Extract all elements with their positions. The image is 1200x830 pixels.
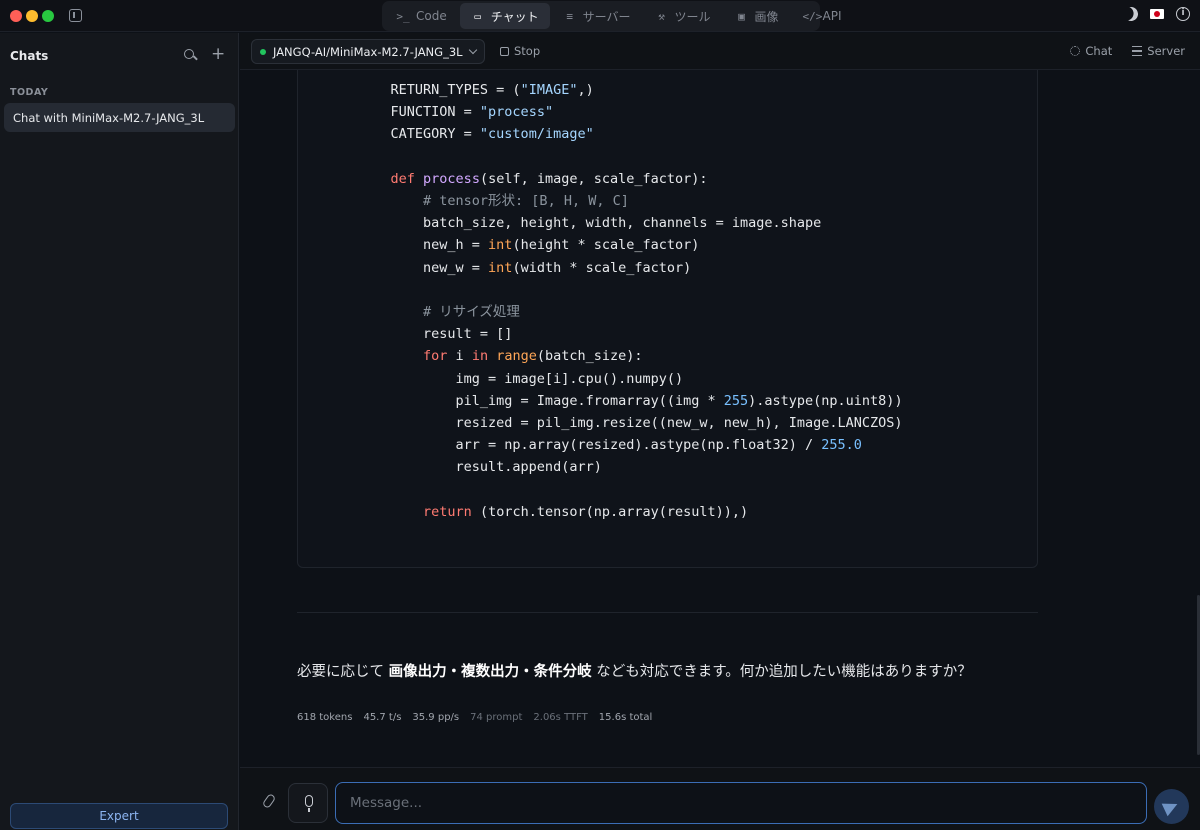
tab-label: 画像 <box>754 9 779 24</box>
chat-label: Chat <box>1085 44 1113 58</box>
answer-prefix: 必要に応じて <box>297 664 389 680</box>
server-icon <box>1132 46 1143 56</box>
japan-flag-icon[interactable] <box>1150 9 1164 19</box>
model-name: JANGQ-AI/MiniMax-M2.7-JANG_3L <box>273 44 463 59</box>
answer-suffix: なども対応できます。何か追加したい機能はありますか？ <box>591 664 972 680</box>
chat-messages: RETURN_TYPES = ("IMAGE",) FUNCTION = "pr… <box>240 70 1200 767</box>
stat-ttft: 2.06s TTFT <box>533 712 588 723</box>
close-window-button[interactable] <box>10 10 22 22</box>
code-content: RETURN_TYPES = ("IMAGE",) FUNCTION = "pr… <box>358 82 903 520</box>
zoom-window-button[interactable] <box>42 10 54 22</box>
tab-label: Code <box>416 9 447 23</box>
terminal-icon: >_ <box>396 9 410 23</box>
tab-label: API <box>822 9 842 23</box>
chat-settings-button[interactable]: Chat <box>1070 44 1112 58</box>
tab-image[interactable]: ▣ 画像 <box>724 3 790 29</box>
mode-tabs: >_ Code ▭ チャット ≡ サーバー ⚒ ツール ▣ 画像 </> API <box>382 1 842 31</box>
tab-code[interactable]: >_ Code <box>385 3 458 29</box>
chevron-down-icon <box>468 45 478 55</box>
sidebar-title: Chats <box>10 49 49 63</box>
wrench-icon: ⚒ <box>658 9 665 23</box>
server-label: Server <box>1147 44 1185 58</box>
minimize-window-button[interactable] <box>26 10 38 22</box>
code-block: RETURN_TYPES = ("IMAGE",) FUNCTION = "pr… <box>297 70 1038 568</box>
stop-label: Stop <box>514 44 541 58</box>
chat-icon: ▭ <box>474 9 482 23</box>
moon-icon[interactable] <box>1122 5 1140 23</box>
tab-server[interactable]: ≡ サーバー <box>552 3 642 29</box>
stat-total: 15.6s total <box>598 712 653 723</box>
stat-prompt: 74 prompt <box>470 712 523 723</box>
info-icon[interactable]: i <box>1176 7 1190 21</box>
answer-bold: 画像出力・複数出力・条件分岐 <box>388 664 592 680</box>
tab-label: チャット <box>490 9 539 24</box>
sidebar: Chats + TODAY Chat with MiniMax-M2.7-JAN… <box>0 33 239 830</box>
image-icon: ▣ <box>738 9 745 23</box>
stat-tps: 45.7 t/s <box>363 712 402 723</box>
server-settings-button[interactable]: Server <box>1132 44 1185 58</box>
tab-label: ツール <box>674 9 711 24</box>
code-brackets-icon: </> <box>802 9 823 23</box>
new-chat-icon[interactable]: + <box>211 44 225 64</box>
server-icon: ≡ <box>566 9 573 23</box>
title-bar: >_ Code ▭ チャット ≡ サーバー ⚒ ツール ▣ 画像 </> API… <box>0 0 1200 32</box>
stop-button[interactable]: Stop <box>500 44 540 58</box>
chat-header: JANGQ-AI/MiniMax-M2.7-JANG_3L Stop Chat … <box>240 33 1200 70</box>
assistant-message: 必要に応じて 画像出力・複数出力・条件分岐 なども対応できます。何か追加したい機… <box>297 660 972 681</box>
tab-chat[interactable]: ▭ チャット <box>459 3 550 29</box>
paperclip-icon[interactable] <box>262 794 276 808</box>
header-actions: Chat Server <box>1070 44 1185 58</box>
generation-stats: 618 tokens 45.7 t/s 35.9 pp/s 74 prompt … <box>297 712 652 723</box>
model-selector[interactable]: JANGQ-AI/MiniMax-M2.7-JANG_3L <box>251 39 485 64</box>
tab-tools[interactable]: ⚒ ツール <box>644 3 722 29</box>
send-button[interactable] <box>1154 789 1189 824</box>
divider <box>297 612 1038 613</box>
composer <box>240 767 1200 830</box>
title-bar-actions: i <box>1124 7 1190 21</box>
expert-button[interactable]: Expert <box>10 803 228 829</box>
stat-tokens: 618 tokens <box>297 712 353 723</box>
gear-icon <box>1070 46 1081 56</box>
search-icon[interactable] <box>183 48 197 62</box>
stop-icon <box>500 46 509 56</box>
microphone-button[interactable] <box>288 783 328 823</box>
status-dot <box>260 48 266 55</box>
section-heading-today: TODAY <box>10 87 49 98</box>
tab-label: サーバー <box>582 9 631 24</box>
stat-pps: 35.9 pp/s <box>412 712 460 723</box>
message-input[interactable] <box>335 782 1147 824</box>
sidebar-toggle-icon[interactable] <box>69 9 82 22</box>
chat-list-item[interactable]: Chat with MiniMax-M2.7-JANG_3L <box>4 103 235 132</box>
tab-api[interactable]: </> API <box>792 3 853 29</box>
